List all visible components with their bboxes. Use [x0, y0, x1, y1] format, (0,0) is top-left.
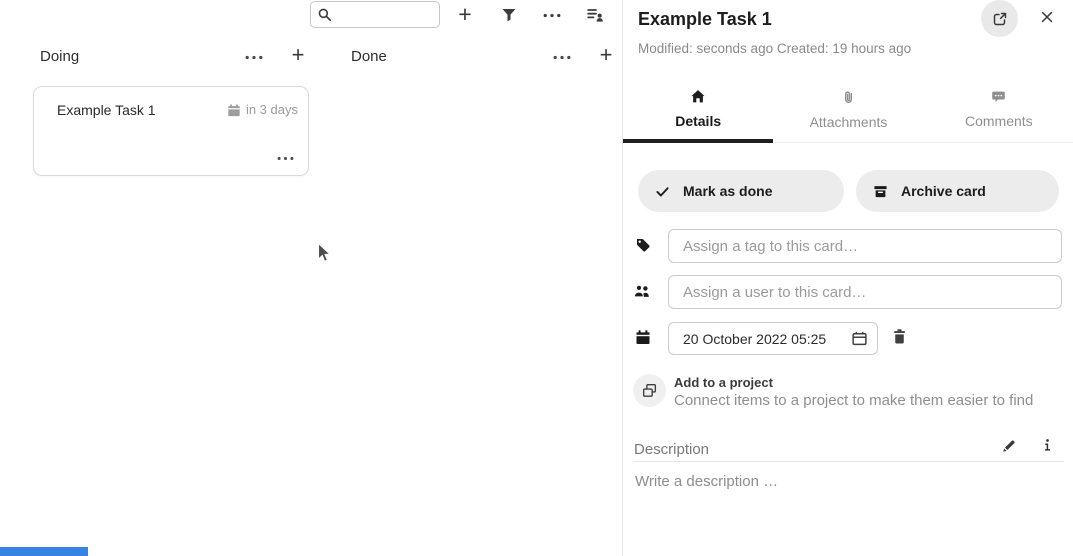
ellipsis-icon: [277, 156, 294, 161]
comment-icon: [991, 89, 1006, 104]
description-label: Description: [634, 441, 709, 458]
calendar-icon: [227, 103, 241, 117]
assign-user-input[interactable]: [668, 275, 1062, 309]
column-doing-menu-button[interactable]: [243, 50, 265, 64]
description-placeholder[interactable]: Write a description …: [635, 473, 778, 490]
archive-card-button[interactable]: Archive card: [856, 170, 1059, 212]
panel-tabs: Details Attachments Comments: [623, 82, 1073, 143]
ellipsis-icon: [553, 55, 571, 60]
list-person-icon: [587, 7, 604, 23]
description-divider: [633, 461, 1064, 462]
remove-due-date-button[interactable]: [891, 328, 908, 345]
info-icon: [1040, 437, 1055, 454]
home-icon: [690, 89, 706, 104]
card-due-date: in 3 days: [227, 102, 298, 117]
kanban-app: + Doing + Done: [0, 0, 1073, 556]
tab-attachments-label: Attachments: [810, 114, 888, 130]
search-input[interactable]: [336, 7, 433, 22]
assign-tag-input[interactable]: [668, 229, 1062, 263]
projects-icon: [641, 382, 658, 399]
tab-comments-label: Comments: [965, 113, 1033, 129]
card-due-label: in 3 days: [246, 102, 298, 117]
mouse-cursor: [317, 242, 333, 270]
due-date-field[interactable]: 20 October 2022 05:25: [668, 322, 878, 355]
close-icon: [1040, 10, 1054, 24]
card-detail-panel: Example Task 1 Modified: seconds ago Cre…: [622, 0, 1073, 556]
board-menu-button[interactable]: [539, 2, 565, 28]
board-area: + Doing + Done: [0, 0, 622, 556]
paperclip-icon: [841, 89, 856, 105]
tag-icon: [635, 237, 651, 253]
column-doing-add-button[interactable]: +: [287, 42, 309, 68]
close-panel-button[interactable]: [1035, 5, 1059, 29]
filter-icon: [501, 7, 517, 23]
column-title-doing: Doing: [40, 48, 79, 65]
due-date-value: 20 October 2022 05:25: [683, 331, 826, 347]
mark-as-done-label: Mark as done: [683, 183, 772, 199]
card-menu-button[interactable]: [275, 152, 295, 164]
external-link-icon: [992, 11, 1008, 27]
add-to-project-button[interactable]: [633, 374, 666, 407]
open-in-window-button[interactable]: [981, 0, 1018, 37]
panel-title: Example Task 1: [638, 9, 772, 30]
column-title-done: Done: [351, 48, 387, 65]
trash-icon: [891, 328, 908, 345]
add-to-project-subtitle: Connect items to a project to make them …: [674, 392, 1033, 409]
date-picker-button[interactable]: [851, 330, 868, 347]
calendar-outline-icon: [851, 330, 868, 347]
users-icon: [633, 283, 651, 299]
tab-comments[interactable]: Comments: [924, 82, 1073, 142]
card-title: Example Task 1: [57, 102, 156, 118]
bottom-accent-bar: [0, 547, 88, 556]
panel-meta: Modified: seconds ago Created: 19 hours …: [638, 41, 911, 56]
plus-icon: +: [292, 42, 305, 68]
search-field[interactable]: [310, 1, 440, 28]
mark-as-done-button[interactable]: Mark as done: [638, 170, 844, 212]
pencil-icon: [1001, 438, 1017, 454]
filter-button[interactable]: [496, 2, 522, 28]
task-card[interactable]: Example Task 1 in 3 days: [33, 86, 309, 176]
archive-icon: [873, 184, 888, 199]
assignee-view-button[interactable]: [582, 2, 608, 28]
search-icon: [317, 7, 332, 22]
edit-description-button[interactable]: [1001, 438, 1017, 454]
check-icon: [655, 184, 670, 199]
tab-details-label: Details: [675, 113, 721, 129]
tab-attachments[interactable]: Attachments: [773, 82, 923, 142]
add-to-project-title[interactable]: Add to a project: [674, 375, 773, 390]
tab-details[interactable]: Details: [623, 82, 773, 142]
add-card-button[interactable]: +: [452, 1, 478, 27]
ellipsis-icon: [543, 13, 561, 18]
column-done-add-button[interactable]: +: [595, 42, 617, 68]
description-info-button[interactable]: [1040, 437, 1055, 454]
column-done-menu-button[interactable]: [551, 50, 573, 64]
plus-icon: +: [458, 1, 471, 28]
ellipsis-icon: [245, 55, 263, 60]
plus-icon: +: [600, 42, 613, 68]
calendar-icon: [635, 329, 651, 345]
archive-card-label: Archive card: [901, 183, 986, 199]
